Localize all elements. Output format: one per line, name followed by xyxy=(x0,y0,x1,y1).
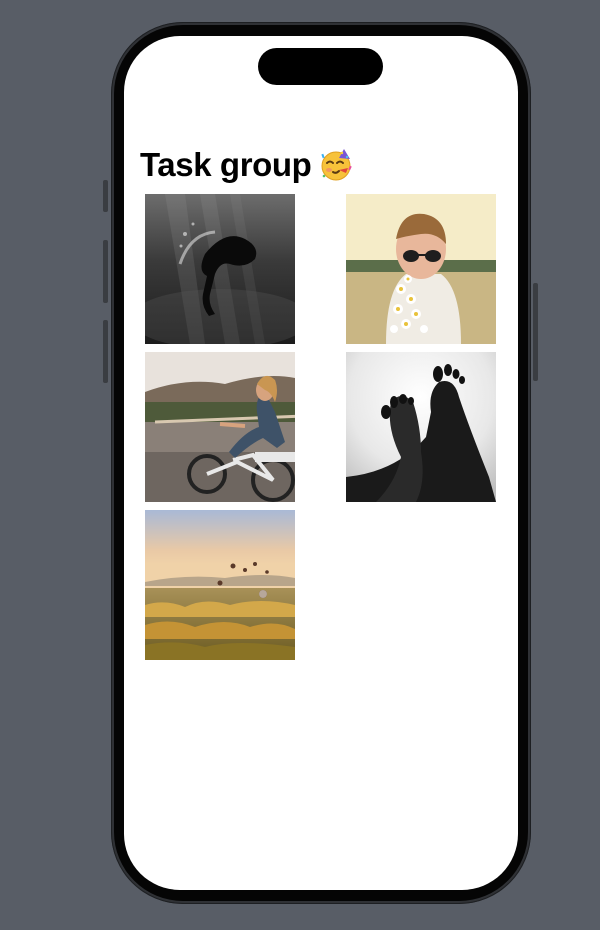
partying-face-icon xyxy=(320,148,354,182)
volume-down-button xyxy=(103,320,108,383)
photo-tile[interactable] xyxy=(346,352,496,502)
hot-air-balloons-valley-icon xyxy=(145,510,295,660)
page-title-text: Task group xyxy=(140,146,312,183)
photo-tile[interactable] xyxy=(145,352,295,502)
dynamic-island xyxy=(258,48,383,85)
phone-screen: Task group xyxy=(124,36,518,890)
power-button xyxy=(533,283,538,381)
page-title: Task group xyxy=(140,146,354,184)
woman-sunglasses-flowers-icon xyxy=(346,194,496,344)
woman-bicycle-icon xyxy=(145,352,295,502)
photo-tile[interactable] xyxy=(145,194,295,344)
bare-feet-icon xyxy=(346,352,496,502)
volume-up-button xyxy=(103,240,108,303)
photo-tile[interactable] xyxy=(145,510,295,660)
photo-grid xyxy=(145,194,496,660)
action-button xyxy=(103,180,108,212)
underwater-diver-icon xyxy=(145,194,295,344)
photo-tile[interactable] xyxy=(346,194,496,344)
